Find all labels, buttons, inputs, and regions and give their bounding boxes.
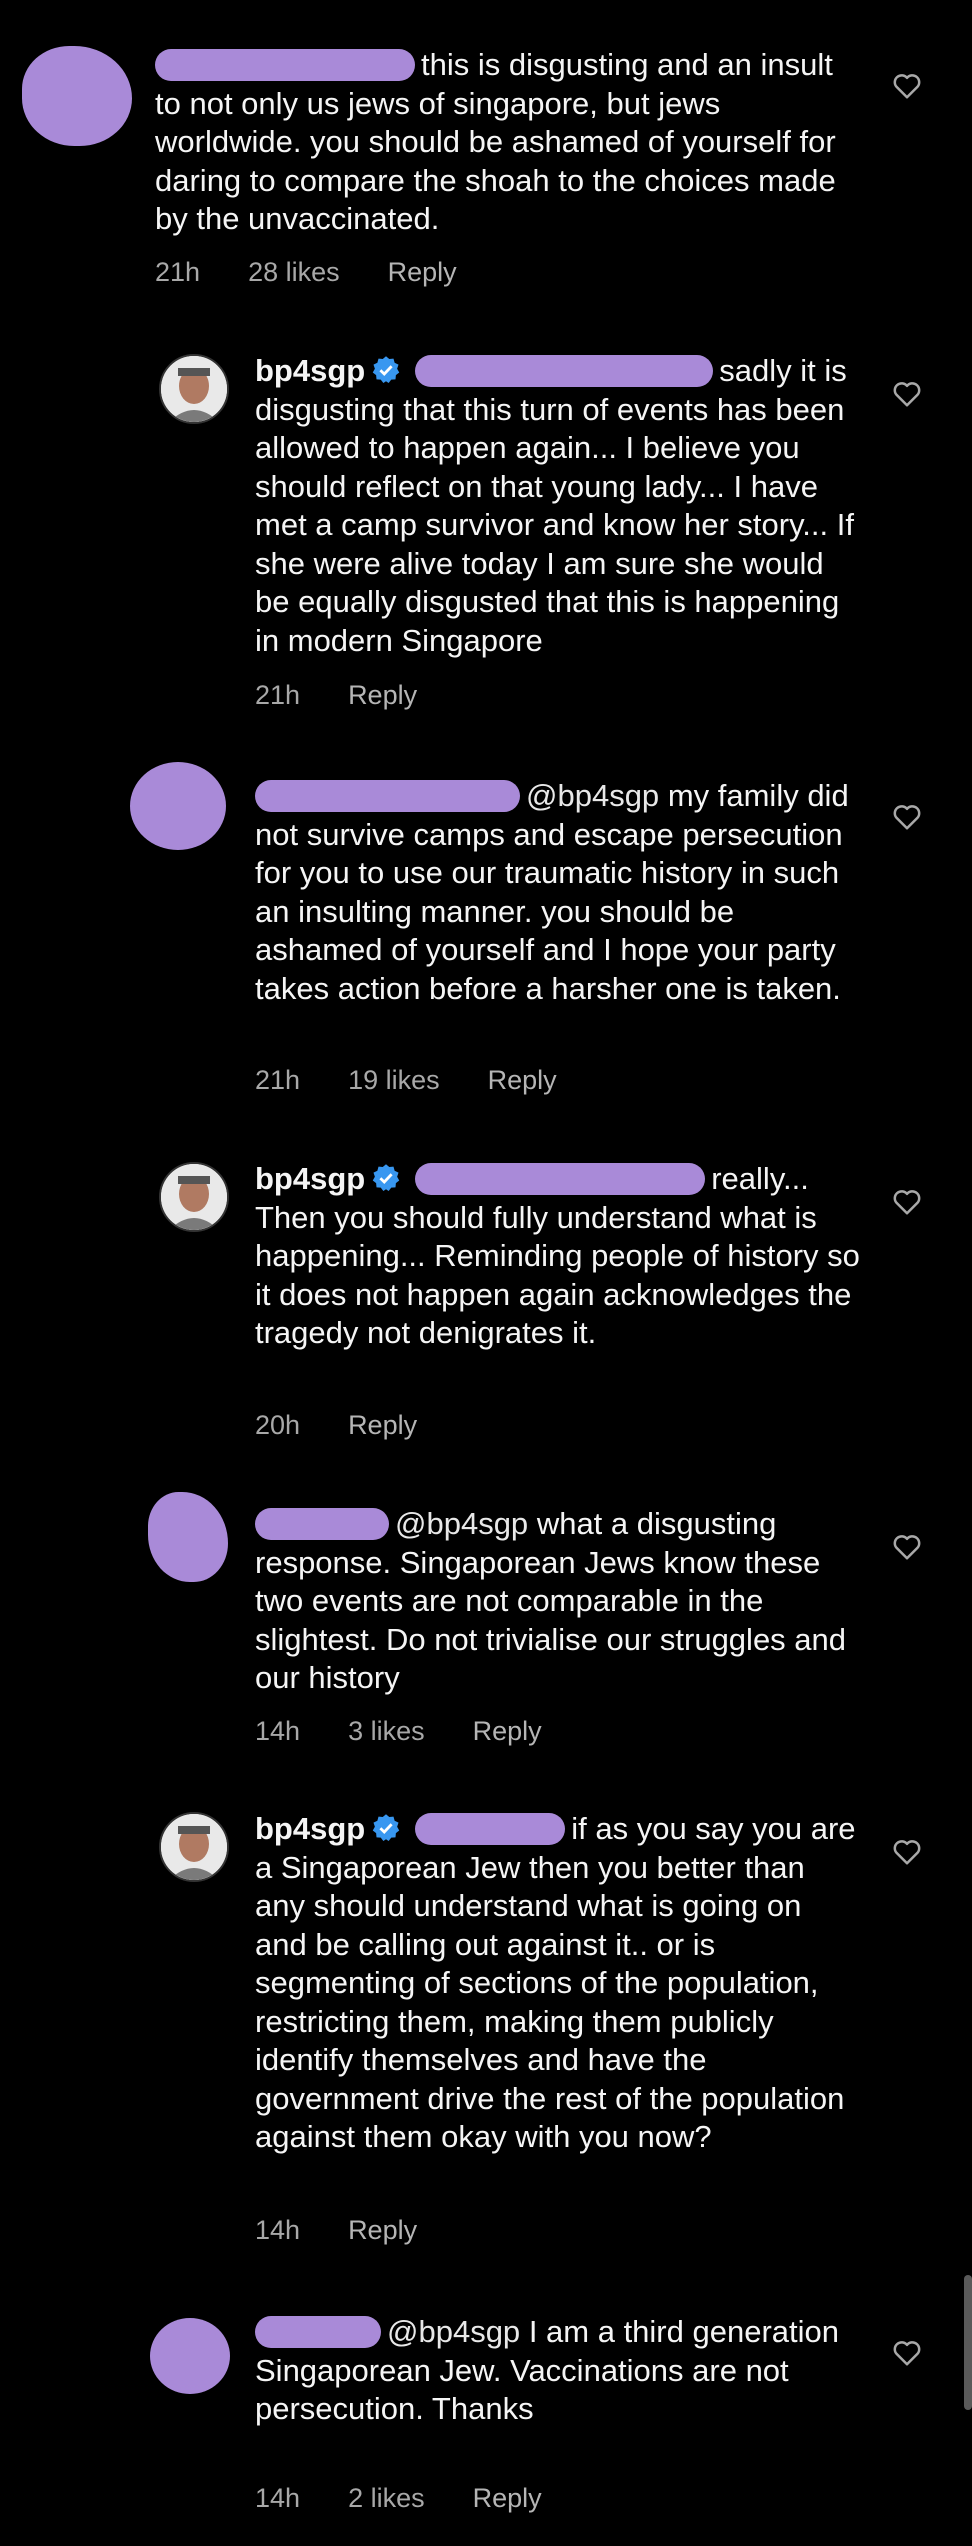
likes-count[interactable]: 28 likes xyxy=(248,257,340,288)
avatar[interactable] xyxy=(159,1162,229,1232)
heart-outline-icon[interactable] xyxy=(892,72,922,100)
comment-meta: 14h 3 likes Reply xyxy=(255,1716,542,1747)
comment-meta: 21h Reply xyxy=(255,680,417,711)
likes-count[interactable]: 19 likes xyxy=(348,1065,440,1096)
comment-meta: 21h 19 likes Reply xyxy=(255,1065,557,1096)
mention[interactable]: @bp4sgp xyxy=(395,1506,528,1541)
verified-badge-icon xyxy=(372,356,400,383)
comment-body: @bp4sgp my family did not survive camps … xyxy=(255,777,860,1008)
redacted-username xyxy=(255,2316,381,2348)
likes-count[interactable]: 2 likes xyxy=(348,2483,425,2514)
reply-button[interactable]: Reply xyxy=(488,1065,557,1096)
comment-body: bp4sgp if as you say you are a Singaporea… xyxy=(255,1810,860,2157)
comment-body: @bp4sgp what a disgusting response. Sing… xyxy=(255,1505,860,1698)
comment-body: this is disgusting and an insult to not … xyxy=(155,46,855,239)
timestamp: 14h xyxy=(255,1716,301,1746)
username[interactable]: bp4sgp xyxy=(255,1811,365,1846)
redacted-username xyxy=(255,780,520,812)
reply-button[interactable]: Reply xyxy=(473,2483,542,2514)
timestamp: 14h xyxy=(255,2215,301,2245)
comment-text: sadly it is disgusting that this turn of… xyxy=(255,353,854,658)
comment-meta: 20h Reply xyxy=(255,1410,417,1441)
reply-button[interactable]: Reply xyxy=(348,1410,417,1441)
redacted-mention xyxy=(415,1163,706,1195)
avatar[interactable] xyxy=(130,762,226,850)
reply-button[interactable]: Reply xyxy=(348,680,417,711)
comment-body: @bp4sgp I am a third generation Singapor… xyxy=(255,2313,860,2429)
avatar[interactable] xyxy=(150,2318,230,2394)
timestamp: 21h xyxy=(255,680,301,710)
avatar[interactable] xyxy=(22,46,132,146)
verified-badge-icon xyxy=(372,1814,400,1841)
heart-outline-icon[interactable] xyxy=(892,1838,922,1866)
redacted-mention xyxy=(415,1813,566,1845)
likes-count[interactable]: 3 likes xyxy=(348,1716,425,1747)
reply-button[interactable]: Reply xyxy=(348,2215,417,2246)
comment-meta: 21h 28 likes Reply xyxy=(155,257,457,288)
redacted-username xyxy=(155,49,415,81)
redacted-mention xyxy=(415,355,714,387)
timestamp: 14h xyxy=(255,2483,301,2513)
comment-meta: 14h Reply xyxy=(255,2215,417,2246)
heart-outline-icon[interactable] xyxy=(892,803,922,831)
scrollbar[interactable] xyxy=(964,2275,972,2410)
comment-body: bp4sgp sadly it is disgusting that this t… xyxy=(255,352,860,660)
heart-outline-icon[interactable] xyxy=(892,1533,922,1561)
heart-outline-icon[interactable] xyxy=(892,2339,922,2367)
avatar[interactable] xyxy=(148,1492,228,1582)
verified-badge-icon xyxy=(372,1164,400,1191)
username[interactable]: bp4sgp xyxy=(255,1161,365,1196)
heart-outline-icon[interactable] xyxy=(892,1188,922,1216)
comment-text: if as you say you are a Singaporean Jew … xyxy=(255,1811,856,2154)
timestamp: 20h xyxy=(255,1410,301,1440)
heart-outline-icon[interactable] xyxy=(892,380,922,408)
avatar[interactable] xyxy=(159,354,229,424)
comment-body: bp4sgp really... Then you should fully un… xyxy=(255,1160,860,1353)
comment-meta: 14h 2 likes Reply xyxy=(255,2483,542,2514)
timestamp: 21h xyxy=(255,1065,301,1095)
timestamp: 21h xyxy=(155,257,201,287)
username[interactable]: bp4sgp xyxy=(255,353,365,388)
mention[interactable]: @bp4sgp xyxy=(526,778,659,813)
reply-button[interactable]: Reply xyxy=(388,257,457,288)
mention[interactable]: @bp4sgp xyxy=(387,2314,520,2349)
redacted-username xyxy=(255,1508,389,1540)
avatar[interactable] xyxy=(159,1812,229,1882)
reply-button[interactable]: Reply xyxy=(473,1716,542,1747)
